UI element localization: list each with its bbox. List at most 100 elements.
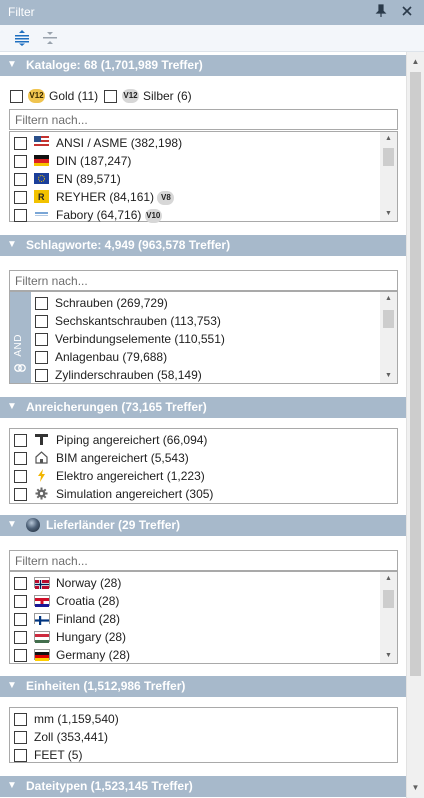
list-item[interactable]: Norway (28) [14, 574, 374, 592]
finland-flag-icon [34, 613, 50, 625]
list-item[interactable]: Sechskantschrauben (113,753) [35, 312, 375, 330]
scroll-down-icon[interactable]: ▼ [380, 369, 397, 383]
main-scrollbar[interactable]: ▲ ▼ [406, 52, 424, 798]
item-checkbox[interactable] [14, 577, 27, 590]
list-item[interactable]: BIM angereichert (5,543) [14, 449, 384, 467]
section-kataloge-header[interactable]: ▼ Kataloge: 68 (1,701,989 Treffer) [0, 55, 406, 76]
item-checkbox[interactable] [14, 631, 27, 644]
section-einheiten-header[interactable]: ▼ Einheiten (1,512,986 Treffer) [0, 676, 406, 697]
list-item[interactable]: Germany (28) [14, 646, 374, 664]
item-checkbox[interactable] [14, 613, 27, 626]
list-item[interactable]: DIN (187,247) [14, 152, 374, 170]
item-checkbox[interactable] [14, 713, 27, 726]
list-item[interactable]: Hungary (28) [14, 628, 374, 646]
list-item[interactable]: Croatia (28) [14, 592, 374, 610]
list-item[interactable]: Zylinderschrauben (58,149) [35, 366, 375, 384]
globe-icon [26, 518, 40, 532]
scroll-up-icon[interactable]: ▲ [380, 572, 397, 586]
scroll-thumb[interactable] [383, 590, 394, 608]
list-item[interactable]: R REYHER (84,161) V8 [14, 188, 374, 206]
gold-filter[interactable]: V12 Gold (11) [10, 87, 110, 105]
list-item[interactable]: Fabory (64,716) V10 [14, 206, 374, 224]
silver-filter[interactable]: V12 Silber (6) [104, 87, 204, 105]
list-scrollbar[interactable]: ▲ ▼ [380, 572, 397, 663]
and-toggle[interactable]: AND [10, 292, 31, 383]
item-label: Elektro angereichert (1,223) [56, 469, 205, 483]
item-checkbox[interactable] [35, 333, 48, 346]
list-scrollbar[interactable]: ▲ ▼ [380, 292, 397, 383]
scroll-thumb[interactable] [383, 148, 394, 166]
bim-house-icon [34, 451, 49, 464]
list-item[interactable]: Elektro angereichert (1,223) [14, 467, 384, 485]
scroll-down-icon[interactable]: ▼ [380, 207, 397, 221]
pin-icon[interactable] [374, 4, 388, 18]
item-checkbox[interactable] [14, 595, 27, 608]
item-label: Zylinderschrauben (58,149) [55, 368, 202, 382]
list-item[interactable]: EN (89,571) [14, 170, 374, 188]
section-dateitypen-title: Dateitypen (1,523,145 Treffer) [26, 779, 193, 793]
item-checkbox[interactable] [14, 488, 27, 501]
schlagworte-filter-input[interactable] [9, 270, 398, 291]
list-item[interactable]: FEET (5) [14, 746, 384, 764]
scroll-thumb[interactable] [383, 310, 394, 328]
scroll-up-icon[interactable]: ▲ [407, 54, 424, 70]
scroll-down-icon[interactable]: ▼ [407, 780, 424, 796]
link-icon [13, 362, 27, 376]
scroll-down-icon[interactable]: ▼ [380, 649, 397, 663]
item-checkbox[interactable] [14, 470, 27, 483]
schlagworte-list: AND Schrauben (269,729) Sechskantschraub… [9, 291, 398, 384]
list-item[interactable]: Finland (28) [14, 610, 374, 628]
croatia-flag-icon [34, 595, 50, 607]
item-checkbox[interactable] [35, 297, 48, 310]
item-checkbox[interactable] [14, 137, 27, 150]
list-item[interactable]: Verbindungselemente (110,551) [35, 330, 375, 348]
section-anreicherungen-header[interactable]: ▼ Anreicherungen (73,165 Treffer) [0, 397, 406, 418]
ansi-flag-icon [34, 136, 49, 149]
expand-all-icon[interactable] [12, 29, 32, 47]
list-item[interactable]: mm (1,159,540) [14, 710, 384, 728]
item-checkbox[interactable] [14, 749, 27, 762]
item-checkbox[interactable] [14, 173, 27, 186]
item-label: Zoll (353,441) [34, 730, 109, 744]
section-schlagworte-title: Schlagworte: 4,949 (963,578 Treffer) [26, 238, 231, 252]
collapse-all-icon[interactable] [40, 29, 60, 47]
list-item[interactable]: Anlagenbau (79,688) [35, 348, 375, 366]
item-checkbox[interactable] [35, 369, 48, 382]
lieferlaender-filter-input[interactable] [9, 550, 398, 571]
item-checkbox[interactable] [14, 731, 27, 744]
gold-checkbox[interactable] [10, 90, 23, 103]
item-checkbox[interactable] [14, 209, 27, 222]
scroll-up-icon[interactable]: ▲ [380, 292, 397, 306]
item-checkbox[interactable] [14, 649, 27, 662]
list-item[interactable]: ANSI / ASME (382,198) [14, 134, 374, 152]
chevron-down-icon: ▼ [7, 401, 17, 412]
item-checkbox[interactable] [14, 434, 27, 447]
item-checkbox[interactable] [14, 452, 27, 465]
list-item[interactable]: Simulation angereichert (305) [14, 485, 384, 503]
item-label: BIM angereichert (5,543) [56, 451, 189, 465]
chevron-down-icon: ▼ [7, 239, 17, 250]
item-label: Piping angereichert (66,094) [56, 433, 208, 447]
gold-label: Gold (11) [49, 89, 99, 103]
item-label: mm (1,159,540) [34, 712, 119, 726]
scroll-thumb[interactable] [410, 72, 421, 676]
item-checkbox[interactable] [35, 315, 48, 328]
list-item[interactable]: Zoll (353,441) [14, 728, 384, 746]
section-schlagworte-header[interactable]: ▼ Schlagworte: 4,949 (963,578 Treffer) [0, 235, 406, 256]
item-checkbox[interactable] [35, 351, 48, 364]
item-label: REYHER (84,161) V8 [56, 190, 175, 205]
scroll-up-icon[interactable]: ▲ [380, 132, 397, 146]
gold-badge: V12 [28, 89, 45, 103]
list-item[interactable]: Piping angereichert (66,094) [14, 431, 384, 449]
en-flag-icon [34, 172, 49, 185]
item-checkbox[interactable] [14, 191, 27, 204]
kataloge-filter-input[interactable] [9, 109, 398, 130]
list-scrollbar[interactable]: ▲ ▼ [380, 132, 397, 221]
silver-checkbox[interactable] [104, 90, 117, 103]
close-icon[interactable] [400, 4, 414, 18]
list-item[interactable]: Schrauben (269,729) [35, 294, 375, 312]
einheiten-list: mm (1,159,540) Zoll (353,441) FEET (5) [9, 707, 398, 763]
section-dateitypen-header[interactable]: ▼ Dateitypen (1,523,145 Treffer) [0, 776, 406, 797]
section-lieferlaender-header[interactable]: ▼ Lieferländer (29 Treffer) [0, 515, 406, 536]
item-checkbox[interactable] [14, 155, 27, 168]
